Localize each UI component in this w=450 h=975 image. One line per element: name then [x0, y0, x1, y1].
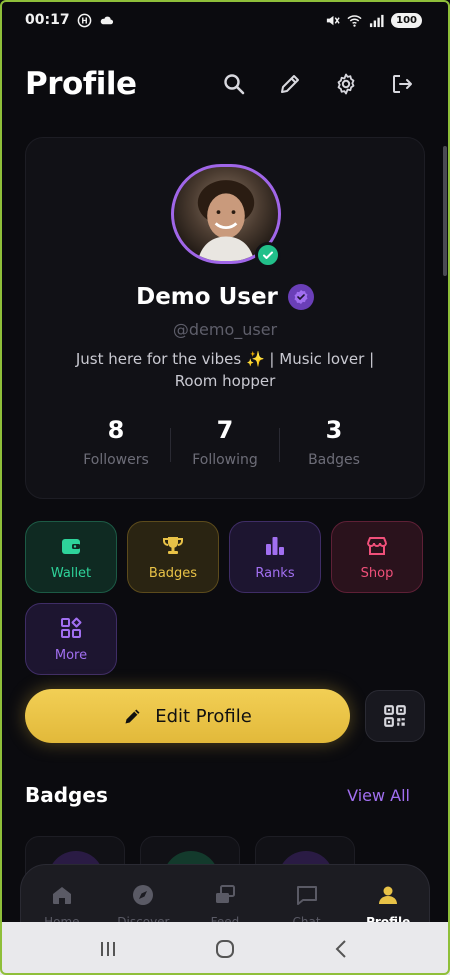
person-icon [379, 886, 398, 904]
badges-section-title: Badges [25, 783, 108, 807]
battery-indicator: 100 [391, 12, 422, 28]
qr-code-button[interactable] [365, 690, 425, 742]
edit-profile-button[interactable]: Edit Profile [25, 689, 350, 743]
status-time: 00:17 [25, 12, 70, 28]
divider [170, 428, 171, 462]
home-icon [52, 887, 71, 904]
display-name: Demo User [136, 284, 278, 310]
badges-button[interactable]: Badges [127, 521, 219, 593]
search-icon[interactable] [222, 72, 246, 96]
bar-chart-icon [266, 536, 284, 555]
hotspot-icon: H [77, 13, 91, 27]
wallet-icon [62, 538, 80, 554]
divider [279, 428, 280, 462]
qr-code-icon [384, 705, 406, 727]
stat-value: 8 [107, 416, 125, 444]
more-button[interactable]: More [25, 603, 117, 675]
stat-label: Followers [83, 452, 149, 468]
scrollbar[interactable] [443, 146, 447, 276]
badges-label: Badges [148, 565, 198, 581]
profile-card: Demo User @demo_user Just here for the v… [25, 137, 425, 499]
compass-icon [133, 885, 154, 905]
system-navigation-bar [0, 922, 450, 975]
username-handle: @demo_user [172, 320, 278, 339]
cloud-icon [100, 16, 113, 24]
trophy-icon [163, 536, 183, 554]
shop-button[interactable]: Shop [331, 521, 423, 593]
wifi-icon [347, 14, 362, 27]
stat-label: Badges [308, 452, 360, 468]
pencil-icon [125, 709, 140, 724]
check-icon [263, 251, 273, 259]
ranks-label: Ranks [255, 565, 295, 581]
gear-icon[interactable] [334, 72, 358, 96]
signal-icon [370, 14, 384, 27]
stat-badges[interactable]: 3 Badges [284, 416, 384, 476]
avatar-container[interactable] [171, 164, 281, 268]
stat-value: 7 [216, 416, 234, 444]
verified-icon [287, 284, 314, 310]
stat-value: 3 [325, 416, 343, 444]
mute-icon [327, 15, 340, 25]
pencil-icon[interactable] [278, 72, 302, 96]
back-icon[interactable] [331, 938, 353, 960]
stat-followers[interactable]: 8 Followers [66, 416, 166, 476]
more-label: More [54, 647, 88, 663]
wallet-label: Wallet [50, 565, 92, 581]
store-icon [367, 536, 387, 555]
shop-label: Shop [360, 565, 394, 581]
stat-label: Following [192, 452, 258, 468]
profile-stats: 8 Followers 7 Following 3 Badges [66, 416, 384, 476]
svg-text:H: H [81, 16, 87, 25]
page-title: Profile [25, 66, 137, 102]
feed-icon [215, 885, 235, 903]
edit-profile-label: Edit Profile [155, 705, 252, 727]
recent-apps-icon[interactable] [97, 938, 119, 960]
wallet-button[interactable]: Wallet [25, 521, 117, 593]
stat-following[interactable]: 7 Following [175, 416, 275, 476]
online-status-badge [255, 242, 281, 268]
chat-icon [296, 886, 317, 905]
status-bar: 00:17 H 100 [25, 8, 422, 32]
page-header: Profile [25, 62, 420, 106]
apps-icon [61, 617, 82, 638]
view-all-link[interactable]: View All [347, 786, 410, 805]
logout-icon[interactable] [390, 72, 414, 96]
ranks-button[interactable]: Ranks [229, 521, 321, 593]
home-button-icon[interactable] [214, 938, 236, 960]
profile-bio: Just here for the vibes ✨ | Music lover … [75, 350, 375, 390]
